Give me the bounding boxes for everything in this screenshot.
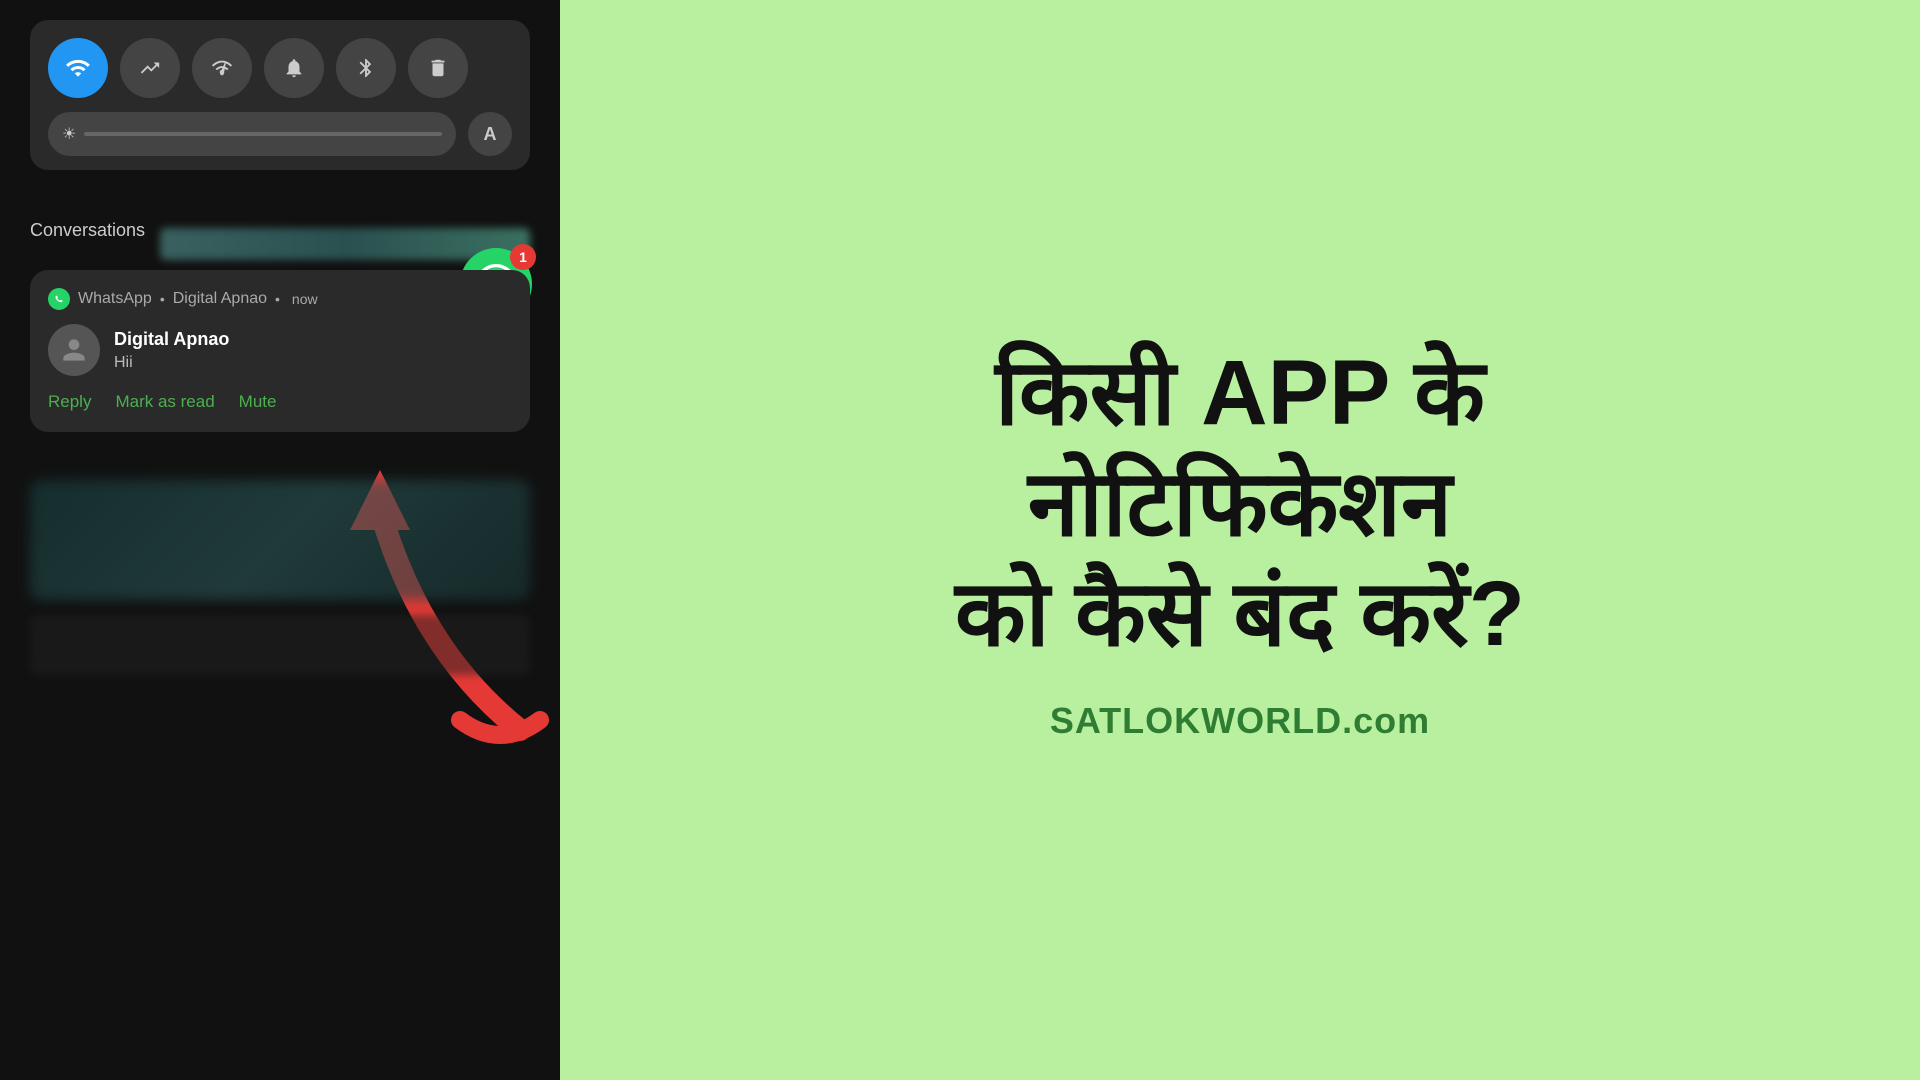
sender-avatar bbox=[48, 324, 100, 376]
notification-body: Digital Apnao Hii bbox=[48, 324, 512, 376]
quick-settings-panel: ☀ A bbox=[30, 20, 530, 170]
bluetooth-toggle[interactable] bbox=[336, 38, 396, 98]
data-toggle[interactable] bbox=[120, 38, 180, 98]
trash-toggle[interactable] bbox=[408, 38, 468, 98]
notification-header: WhatsApp • Digital Apnao • now bbox=[48, 288, 512, 310]
notif-sender: Digital Apnao bbox=[114, 329, 512, 350]
notification-badge: 1 bbox=[510, 244, 536, 270]
notif-chat-name: Digital Apnao bbox=[173, 290, 267, 308]
hindi-line1: किसी APP के bbox=[955, 338, 1525, 448]
notification-actions: Reply Mark as read Mute bbox=[48, 392, 512, 412]
qs-icons-row bbox=[48, 38, 512, 98]
brightness-icon: ☀ bbox=[62, 124, 76, 144]
notif-text-block: Digital Apnao Hii bbox=[114, 329, 512, 372]
notif-dot2: • bbox=[275, 291, 280, 307]
notif-app-name: WhatsApp bbox=[78, 290, 152, 308]
a-button[interactable]: A bbox=[468, 112, 512, 156]
brightness-slider[interactable]: ☀ bbox=[48, 112, 456, 156]
notif-time: now bbox=[292, 291, 318, 307]
notif-dot: • bbox=[160, 291, 165, 307]
conversations-label: Conversations bbox=[30, 220, 145, 241]
hotspot-toggle[interactable] bbox=[192, 38, 252, 98]
blurred-content-2 bbox=[30, 615, 530, 675]
bell-toggle[interactable] bbox=[264, 38, 324, 98]
notif-message: Hii bbox=[114, 354, 512, 372]
left-panel: ☀ A Conversations 1 WhatsApp • Digital bbox=[0, 0, 560, 1080]
whatsapp-small-icon bbox=[48, 288, 70, 310]
right-panel: किसी APP के नोटिफिकेशन को कैसे बंद करें?… bbox=[560, 0, 1920, 1080]
brand-text: SATLOKWORLD.com bbox=[1050, 700, 1430, 742]
notification-card[interactable]: WhatsApp • Digital Apnao • now Digital A… bbox=[30, 270, 530, 432]
mark-as-read-button[interactable]: Mark as read bbox=[115, 392, 214, 412]
mute-button[interactable]: Mute bbox=[239, 392, 277, 412]
reply-button[interactable]: Reply bbox=[48, 392, 91, 412]
hindi-line3: को कैसे बंद करें? bbox=[955, 559, 1525, 669]
wifi-toggle[interactable] bbox=[48, 38, 108, 98]
hindi-line2: नोटिफिकेशन bbox=[955, 449, 1525, 559]
qs-bottom-row: ☀ A bbox=[48, 112, 512, 156]
blurred-content-1 bbox=[30, 480, 530, 600]
brightness-track bbox=[84, 132, 442, 136]
hindi-title: किसी APP के नोटिफिकेशन को कैसे बंद करें? bbox=[955, 338, 1525, 669]
